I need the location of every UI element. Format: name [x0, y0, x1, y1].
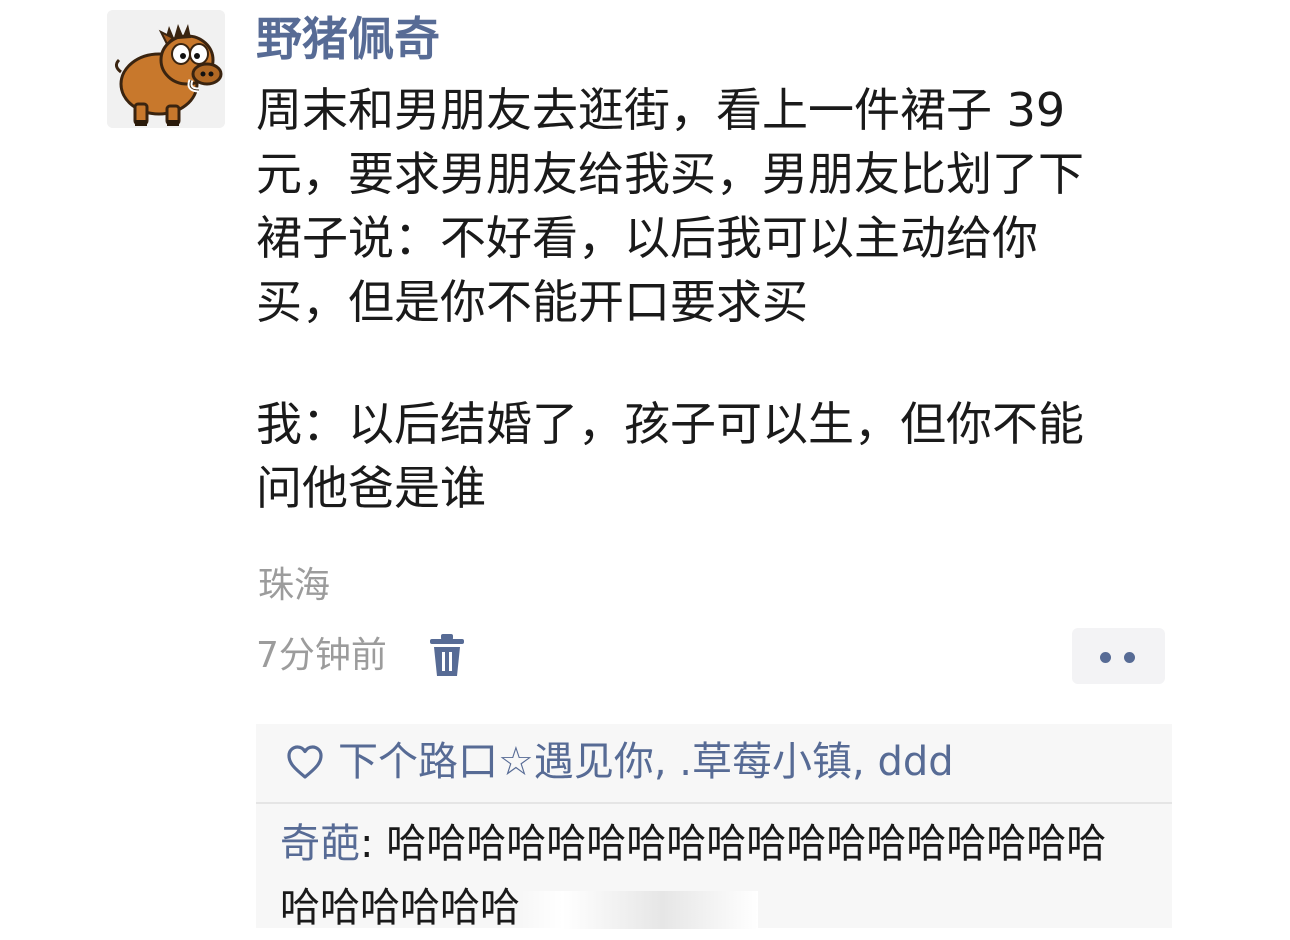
post-text-line: 问他爸是谁 [256, 461, 486, 515]
text-fade-overlay [520, 891, 758, 929]
post-text-line: 我：以后结婚了，孩子可以生，但你不能 [256, 397, 1084, 451]
comment-text: 哈哈哈哈哈哈 [280, 885, 520, 931]
heart-icon [286, 744, 324, 780]
post-text-line: 元，要求男朋友给我买，男朋友比划了下 [256, 147, 1084, 201]
post-timestamp: 7分钟前 [256, 635, 387, 676]
comment-author[interactable]: 奇葩 [280, 821, 360, 867]
post-text-line: 买，但是你不能开口要求买 [256, 275, 808, 329]
liker-separator: , [852, 739, 878, 785]
trash-icon[interactable] [428, 634, 466, 678]
post-text-line: 周末和男朋友去逛街，看上一件裙子 39 [256, 83, 1066, 137]
post-location[interactable]: 珠海 [258, 560, 330, 612]
dot [1124, 652, 1135, 663]
avatar[interactable] [107, 10, 225, 128]
post-content: 周末和男朋友去逛街，看上一件裙子 39 元，要求男朋友给我买，男朋友比划了下 裙… [256, 78, 1186, 520]
post-text-line: 裙子说：不好看，以后我可以主动给你 [256, 211, 1038, 265]
post-author-name[interactable]: 野猪佩奇 [256, 10, 440, 68]
comment-line: 哈哈哈哈哈哈 [280, 876, 1160, 940]
comment-colon: : [360, 821, 387, 867]
likes-comments-panel: 下个路口☆遇见你, .草莓小镇, ddd 奇葩: 哈哈哈哈哈哈哈哈哈哈哈哈哈哈哈… [256, 724, 1172, 931]
boar-cartoon-avatar-icon [107, 10, 225, 128]
liker-name[interactable]: .草莓小镇 [679, 739, 852, 785]
dot [1100, 652, 1111, 663]
likers-list: 下个路口☆遇见你, .草莓小镇, ddd [338, 734, 954, 790]
liker-name[interactable]: ddd [877, 739, 953, 785]
likes-row: 下个路口☆遇见你, .草莓小镇, ddd [256, 724, 1172, 804]
comment-line: 奇葩: 哈哈哈哈哈哈哈哈哈哈哈哈哈哈哈哈哈哈 [280, 812, 1160, 876]
delete-glyph [430, 634, 464, 676]
comment-text: 哈哈哈哈哈哈哈哈哈哈哈哈哈哈哈哈哈哈 [386, 821, 1107, 867]
comment-item[interactable]: 奇葩: 哈哈哈哈哈哈哈哈哈哈哈哈哈哈哈哈哈哈 哈哈哈哈哈哈 [280, 812, 1160, 940]
liker-separator: , [653, 739, 680, 785]
more-dots-icon[interactable] [1072, 628, 1165, 684]
liker-name[interactable]: 下个路口☆遇见你 [338, 739, 654, 785]
